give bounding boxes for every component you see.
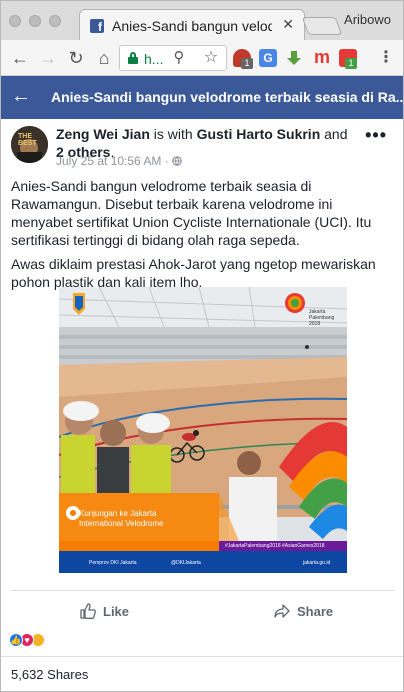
browser-tab[interactable]: f Anies-Sandi bangun velodrome terbaik s… [79, 9, 305, 41]
address-bar[interactable]: h... ⚲ ☆ [119, 45, 227, 71]
tab-title: Anies-Sandi bangun velodrome terbaik sea… [112, 18, 272, 34]
timestamp[interactable]: July 25 at 10:56 AM [56, 154, 161, 168]
photo-footer-left: Pemprov DKI Jakarta [89, 560, 137, 566]
caption-line-1: Kunjungan ke Jakarta [79, 509, 157, 518]
browser-tab-bar: f Anies-Sandi bangun velodrome terbaik s… [0, 0, 404, 41]
reload-icon[interactable]: ↻ [65, 47, 87, 69]
url-text[interactable]: h... [144, 51, 163, 67]
back-icon[interactable]: ← [9, 47, 31, 69]
post-paragraph-2: Awas diklaim prestasi Ahok-Jarot yang ng… [11, 256, 376, 290]
velodrome-photo [59, 287, 347, 573]
avatar[interactable]: THE BEST [11, 126, 48, 163]
browser-toolbar: ← → ↻ ⌂ h... ⚲ ☆ 1 G m 1 ⋮ [0, 40, 404, 76]
with-text: is with [153, 126, 193, 142]
browser-menu-icon[interactable]: ⋮ [375, 47, 397, 69]
m-letter: m [313, 47, 330, 67]
action-divider [11, 590, 395, 591]
like-reaction-icon: 👍 [9, 633, 23, 647]
back-arrow-icon[interactable]: ← [11, 85, 31, 108]
avatar-text: THE BEST [18, 133, 37, 147]
post-paragraph-1: Anies-Sandi bangun velodrome terbaik sea… [11, 178, 372, 248]
games-logo-text: Jakarta Palembang 2018 [309, 309, 334, 327]
shield-extension-icon[interactable]: 1 [233, 49, 253, 69]
like-label: Like [103, 603, 130, 619]
zoom-icon[interactable]: ⚲ [168, 47, 190, 69]
home-icon[interactable]: ⌂ [93, 47, 115, 69]
like-button[interactable]: Like [79, 599, 129, 623]
zoom-window-button[interactable] [49, 15, 61, 27]
download-extension-icon[interactable] [285, 49, 303, 67]
bookmark-star-icon[interactable]: ☆ [200, 47, 222, 69]
share-label: Share [297, 603, 334, 619]
share-button[interactable]: Share [273, 599, 333, 623]
photo-hashtags: #JakartaPalembang2018 #AsianGames2018 [225, 543, 325, 549]
tagged-name[interactable]: Gusti Harto Sukrin [197, 126, 321, 142]
forward-icon[interactable]: → [37, 47, 59, 69]
caption-line-2: International Velodrome [79, 519, 164, 528]
photo-caption: Kunjungan ke Jakarta International Velod… [79, 509, 164, 529]
post: THE BEST Zeng Wei Jian is with Gusti Har… [0, 119, 404, 692]
extension-badge-2: 1 [345, 58, 357, 69]
translate-letter: G [263, 51, 273, 65]
close-window-button[interactable] [9, 15, 21, 27]
post-meta: July 25 at 10:56 AM · [56, 154, 182, 168]
m-extension-icon[interactable]: m [313, 47, 331, 67]
globe-icon [172, 156, 182, 166]
new-tab-button[interactable] [301, 17, 343, 35]
photo-footer-right: jakarta.go.id [303, 560, 331, 566]
facebook-favicon-icon: f [90, 19, 104, 34]
meta-separator: · [164, 154, 169, 168]
profile-name[interactable]: Aribowo [344, 12, 391, 27]
tab-close-icon[interactable]: ✕ [282, 16, 294, 33]
thumbs-up-icon [80, 603, 96, 619]
author-name[interactable]: Zeng Wei Jian [56, 126, 150, 142]
post-photo[interactable]: Kunjungan ke Jakarta International Velod… [59, 287, 347, 573]
photo-footer-mid: @DKIJakarta [171, 560, 201, 566]
minimize-window-button[interactable] [29, 15, 41, 27]
lock-icon [128, 52, 138, 64]
red-extension-icon[interactable]: 1 [339, 49, 357, 69]
stats-divider [1, 656, 403, 657]
share-arrow-icon [274, 604, 290, 618]
more-options-icon[interactable]: ••• [365, 125, 387, 146]
header-title: Anies-Sandi bangun velodrome terbaik sea… [51, 89, 404, 105]
post-body: Anies-Sandi bangun velodrome terbaik sea… [11, 177, 395, 297]
reactions-summary[interactable]: 👍 ♥ [9, 633, 69, 649]
extension-badge: 1 [241, 58, 253, 69]
translate-extension-icon[interactable]: G [259, 49, 277, 67]
shares-count[interactable]: 5,632 Shares [11, 667, 88, 682]
logo-text-3: 2018 [309, 321, 321, 327]
facebook-header: ← Anies-Sandi bangun velodrome terbaik s… [0, 76, 404, 119]
and-text: and [324, 126, 348, 142]
